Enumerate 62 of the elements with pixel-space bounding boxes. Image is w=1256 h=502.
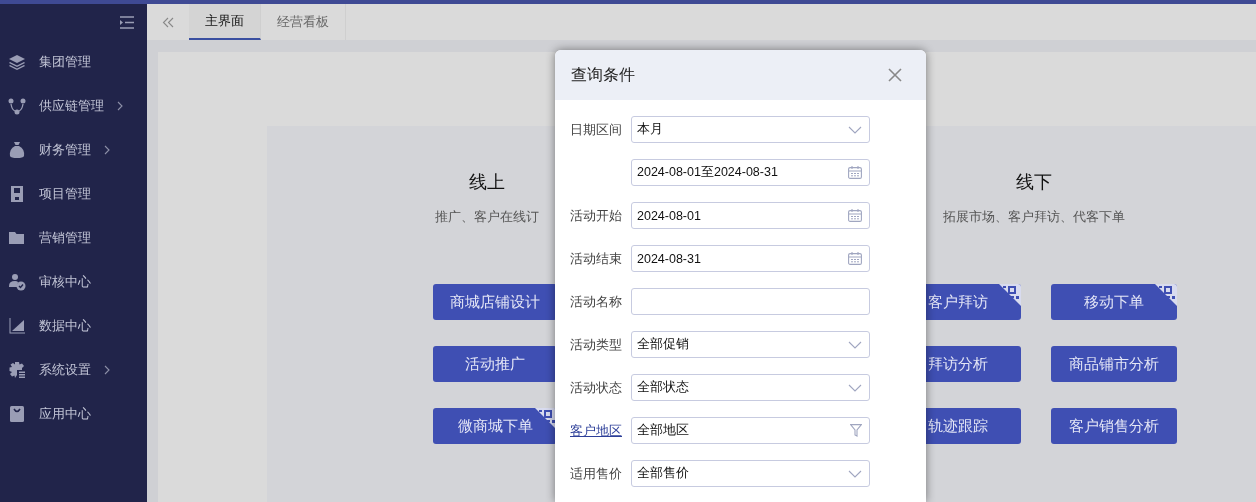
calendar-icon[interactable] [848, 209, 862, 222]
sidebar-item[interactable]: 项目管理 [0, 172, 147, 216]
calendar-icon[interactable] [848, 166, 862, 179]
field-label: 适用售价 [570, 464, 623, 483]
dropdown-field[interactable]: 全部促销 [631, 331, 870, 358]
money-bag-icon [8, 141, 26, 159]
feature-button[interactable]: 轨迹跟踪 [926, 408, 1021, 444]
sidebar-item[interactable]: 营销管理 [0, 216, 147, 260]
field-label: 活动状态 [570, 378, 623, 397]
calendar-icon[interactable] [848, 252, 862, 265]
device-icon [8, 185, 26, 203]
sidebar-item[interactable]: 财务管理 [0, 128, 147, 172]
sidebar-item[interactable]: 审核中心 [0, 260, 147, 304]
feature-button[interactable]: 客户拜访 [926, 284, 1021, 320]
dialog-title: 查询条件 [571, 64, 635, 85]
close-icon[interactable] [888, 68, 902, 82]
bag-icon [8, 405, 26, 423]
field-label: 活动名称 [570, 292, 623, 311]
field-label-link[interactable]: 客户地区 [570, 421, 631, 440]
menu-collapse-icon[interactable] [119, 15, 135, 29]
chevron-down-icon[interactable] [848, 469, 862, 478]
tab[interactable]: 主界面 [189, 4, 261, 40]
sidebar-item[interactable]: 应用中心 [0, 392, 147, 436]
chevron-down-icon[interactable] [848, 340, 862, 349]
feature-button[interactable]: 活动推广 [433, 346, 557, 382]
dropdown-field[interactable]: 本月 [631, 116, 870, 143]
section-title: 线下 [1015, 171, 1053, 194]
feature-button[interactable]: 商城店铺设计 [433, 284, 557, 320]
date-field[interactable]: 2024-08-01至2024-08-31 [631, 159, 870, 186]
field-label: 日期区间 [570, 120, 623, 139]
tab[interactable]: 经营看板 [261, 4, 346, 40]
filter-icon[interactable] [850, 424, 862, 437]
filter-field[interactable]: 全部地区 [631, 417, 870, 444]
dropdown-field[interactable]: 全部状态 [631, 374, 870, 401]
field-label: 活动结束 [570, 249, 623, 268]
date-field[interactable]: 2024-08-31 [631, 245, 870, 272]
folder-icon [8, 229, 26, 247]
section-subtitle: 拓展市场、客户拜访、代客下单 [942, 208, 1126, 226]
feature-button[interactable]: 拜访分析 [926, 346, 1021, 382]
chevron-down-icon[interactable] [848, 383, 862, 392]
sidebar-item[interactable]: 供应链管理 [0, 84, 147, 128]
sidebar-item[interactable]: 系统设置 [0, 348, 147, 392]
sidebar-item[interactable]: 数据中心 [0, 304, 147, 348]
gear-icon [8, 361, 26, 379]
network-icon [8, 97, 26, 115]
field-label: 活动开始 [570, 206, 623, 225]
section-subtitle: 推广、客户在线订 [434, 208, 540, 226]
feature-button[interactable]: 商品铺市分析 [1051, 346, 1177, 382]
input-field[interactable] [631, 288, 870, 315]
chevron-down-icon[interactable] [848, 125, 862, 134]
user-check-icon [8, 273, 26, 291]
collapse-tabs-icon[interactable] [162, 16, 174, 28]
field-label: 活动类型 [570, 335, 623, 354]
feature-button[interactable]: 微商城下单 [433, 408, 557, 444]
dropdown-field[interactable]: 全部售价 [631, 460, 870, 487]
feature-button[interactable]: 移动下单 [1051, 284, 1177, 320]
section-title: 线上 [468, 171, 506, 194]
date-field[interactable]: 2024-08-01 [631, 202, 870, 229]
chart-icon [8, 317, 26, 335]
feature-button[interactable]: 客户销售分析 [1051, 408, 1177, 444]
layers-icon [8, 53, 26, 71]
sidebar-item[interactable]: 集团管理 [0, 40, 147, 84]
